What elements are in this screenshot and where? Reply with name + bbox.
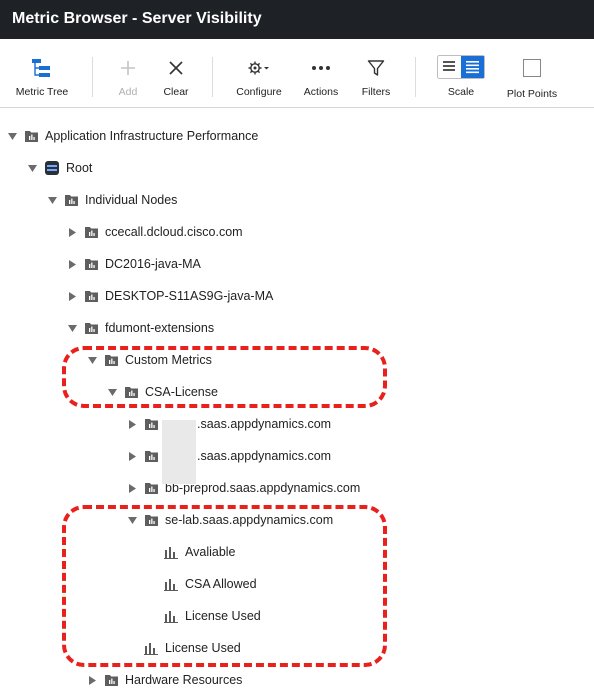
tree-node-label: ccecall.dcloud.cisco.com bbox=[105, 225, 243, 239]
tree-node-label: DC2016-java-MA bbox=[105, 257, 201, 271]
metric-tree: Application Infrastructure Performance R… bbox=[0, 108, 594, 693]
collapsed-chevron-icon[interactable] bbox=[128, 483, 137, 493]
plot-points-label: Plot Points bbox=[506, 88, 558, 100]
toolbar-divider bbox=[415, 57, 416, 97]
filters-button[interactable]: Filters bbox=[354, 39, 398, 108]
tree-node-label: se-lab.saas.appdynamics.com bbox=[165, 513, 334, 527]
tree-node-hardware-resources[interactable]: Hardware Resources bbox=[88, 670, 242, 690]
tree-node-label: Custom Metrics bbox=[125, 353, 212, 367]
tree-node-root[interactable]: Root bbox=[28, 158, 92, 178]
tree-node-dc2016[interactable]: DC2016-java-MA bbox=[68, 254, 201, 274]
actions-button[interactable]: Actions bbox=[298, 39, 344, 108]
collapsed-chevron-icon[interactable] bbox=[88, 675, 97, 685]
bar-chart-icon bbox=[164, 578, 178, 591]
tree-node-csa-license[interactable]: CSA-License bbox=[108, 382, 218, 402]
clear-button[interactable]: Clear bbox=[156, 39, 196, 108]
tree-node-label: DESKTOP-S11AS9G-java-MA bbox=[105, 289, 274, 303]
tree-node-se-lab[interactable]: se-lab.saas.appdynamics.com bbox=[128, 510, 333, 530]
folder-icon bbox=[145, 482, 158, 494]
scale-toggle[interactable]: Scale bbox=[432, 39, 490, 108]
tree-node-custom-metrics[interactable]: Custom Metrics bbox=[88, 350, 212, 370]
redaction-block bbox=[162, 420, 196, 484]
expanded-chevron-icon[interactable] bbox=[68, 324, 77, 333]
tree-node-label: CSA-License bbox=[145, 385, 218, 399]
gear-dropdown-icon bbox=[232, 57, 286, 79]
toolbar-divider bbox=[92, 57, 93, 97]
metric-tree-icon bbox=[10, 57, 74, 79]
plus-icon bbox=[108, 57, 148, 79]
collapsed-chevron-icon[interactable] bbox=[68, 227, 77, 237]
tree-node-saas-2[interactable]: .saas.appdynamics.com bbox=[128, 446, 331, 466]
tree-node-label: .saas.appdynamics.com bbox=[197, 449, 332, 463]
expanded-chevron-icon[interactable] bbox=[8, 132, 17, 141]
tree-node-fdumont[interactable]: fdumont-extensions bbox=[68, 318, 214, 338]
collapsed-chevron-icon[interactable] bbox=[68, 291, 77, 301]
tree-node-desktop[interactable]: DESKTOP-S11AS9G-java-MA bbox=[68, 286, 273, 306]
tree-node-label: License Used bbox=[185, 609, 261, 623]
tree-node-label: Application Infrastructure Performance bbox=[45, 129, 259, 143]
tree-node-saas-1[interactable]: .saas.appdynamics.com bbox=[128, 414, 331, 434]
collapsed-chevron-icon[interactable] bbox=[128, 419, 137, 429]
expanded-chevron-icon[interactable] bbox=[28, 164, 37, 173]
bar-chart-icon bbox=[144, 642, 158, 655]
folder-icon bbox=[145, 418, 158, 430]
configure-label: Configure bbox=[236, 86, 282, 98]
folder-icon bbox=[105, 674, 118, 686]
bar-chart-icon bbox=[164, 546, 178, 559]
add-button[interactable]: Add bbox=[108, 39, 148, 108]
tree-metric-csa-allowed[interactable]: CSA Allowed bbox=[164, 574, 257, 594]
add-label: Add bbox=[118, 86, 138, 98]
expanded-chevron-icon[interactable] bbox=[128, 516, 137, 525]
folder-icon bbox=[145, 514, 158, 526]
tree-node-label: Root bbox=[66, 161, 93, 175]
root-icon bbox=[45, 161, 59, 175]
tree-node-ccecall[interactable]: ccecall.dcloud.cisco.com bbox=[68, 222, 243, 242]
more-horizontal-icon bbox=[298, 57, 344, 79]
folder-icon bbox=[85, 258, 98, 270]
bar-chart-icon bbox=[164, 610, 178, 623]
tree-node-app-infra[interactable]: Application Infrastructure Performance bbox=[8, 126, 258, 146]
tree-node-label: Individual Nodes bbox=[85, 193, 178, 207]
checkbox-icon bbox=[502, 57, 562, 79]
folder-icon bbox=[85, 322, 98, 334]
folder-icon bbox=[145, 450, 158, 462]
tree-node-label: CSA Allowed bbox=[185, 577, 257, 591]
tree-metric-license-used-outer[interactable]: License Used bbox=[144, 638, 241, 658]
expanded-chevron-icon[interactable] bbox=[88, 356, 97, 365]
folder-icon bbox=[25, 130, 38, 142]
close-icon bbox=[156, 57, 196, 79]
folder-icon bbox=[85, 226, 98, 238]
tree-node-label: License Used bbox=[165, 641, 241, 655]
metric-tree-label: Metric Tree bbox=[15, 86, 69, 98]
tree-node-label: Hardware Resources bbox=[125, 673, 243, 687]
collapsed-chevron-icon[interactable] bbox=[68, 259, 77, 269]
window-title: Metric Browser - Server Visibility bbox=[0, 0, 594, 39]
folder-icon bbox=[85, 290, 98, 302]
tree-node-label: fdumont-extensions bbox=[105, 321, 215, 335]
filters-label: Filters bbox=[361, 86, 391, 98]
toolbar: Metric Tree Add Clear Configure Actions bbox=[0, 39, 594, 108]
filter-icon bbox=[354, 57, 398, 79]
tree-metric-license-used-inner[interactable]: License Used bbox=[164, 606, 261, 626]
expanded-chevron-icon[interactable] bbox=[48, 196, 57, 205]
configure-button[interactable]: Configure bbox=[232, 39, 286, 108]
collapsed-chevron-icon[interactable] bbox=[128, 451, 137, 461]
tree-node-label: Avaliable bbox=[185, 545, 236, 559]
scale-icon bbox=[432, 55, 490, 79]
folder-icon bbox=[105, 354, 118, 366]
expanded-chevron-icon[interactable] bbox=[108, 388, 117, 397]
plot-points-checkbox[interactable]: Plot Points bbox=[502, 39, 562, 108]
tree-node-label: .saas.appdynamics.com bbox=[197, 417, 332, 431]
tree-node-individual-nodes[interactable]: Individual Nodes bbox=[48, 190, 177, 210]
clear-label: Clear bbox=[163, 86, 189, 98]
folder-icon bbox=[65, 194, 78, 206]
tree-metric-avaliable[interactable]: Avaliable bbox=[164, 542, 236, 562]
scale-label: Scale bbox=[447, 86, 475, 98]
metric-tree-button[interactable]: Metric Tree bbox=[10, 39, 74, 108]
actions-label: Actions bbox=[303, 86, 339, 98]
toolbar-divider bbox=[212, 57, 213, 97]
folder-icon bbox=[125, 386, 138, 398]
